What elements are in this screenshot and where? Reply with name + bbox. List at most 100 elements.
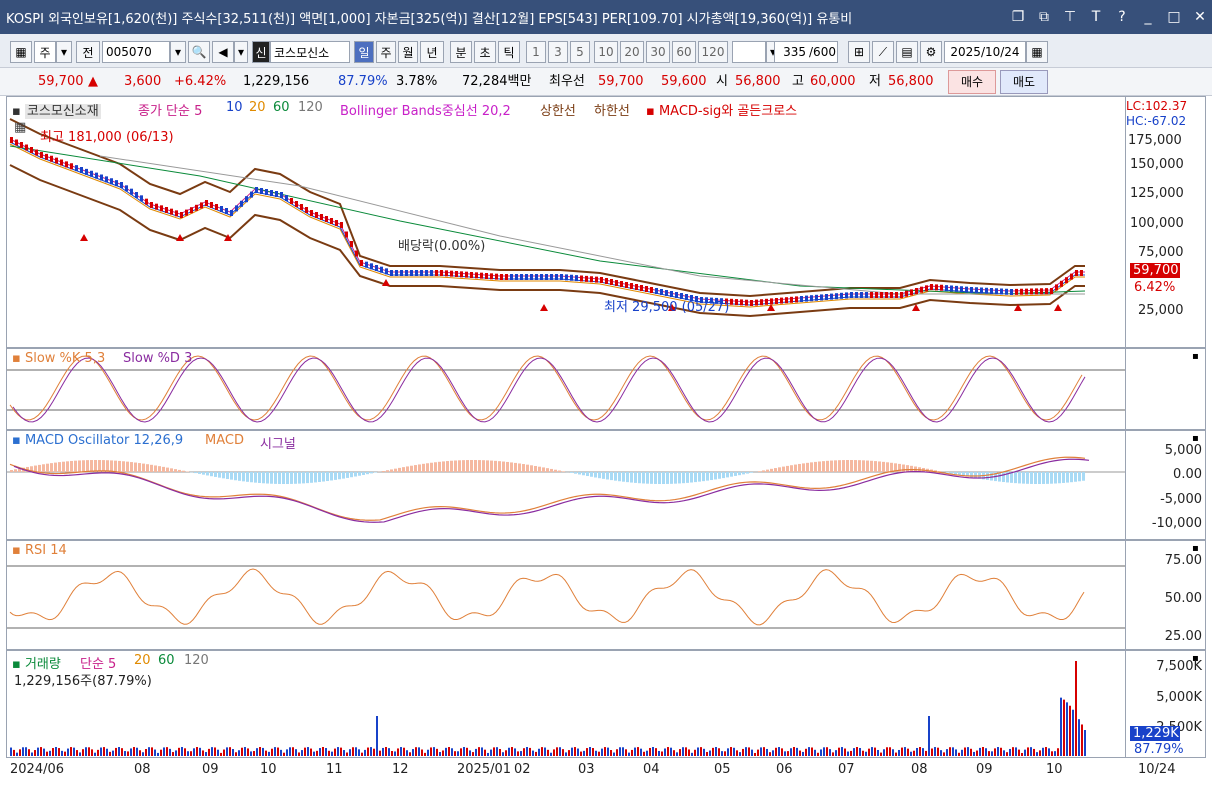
volume-bar (106, 748, 108, 756)
macd-osc-bar (198, 472, 201, 474)
macd-osc-bar (274, 472, 277, 484)
restore-icon[interactable]: ❐ (1010, 9, 1026, 25)
copy-icon[interactable]: ⧉ (1036, 9, 1052, 25)
interval-1[interactable]: 1 (526, 41, 546, 63)
price-candle (190, 207, 193, 214)
period-minute[interactable]: 분 (450, 41, 472, 63)
period-week[interactable]: 주 (376, 41, 396, 63)
maximize-icon[interactable]: □ (1166, 9, 1182, 25)
period-month[interactable]: 월 (398, 41, 418, 63)
price-candle (535, 274, 538, 280)
period-day[interactable]: 일 (354, 41, 374, 63)
interval-3[interactable]: 3 (548, 41, 568, 63)
macd-osc-bar (578, 472, 581, 475)
volume-bar (13, 749, 15, 756)
price-candle (210, 202, 213, 208)
chevron-down-icon[interactable]: ▾ (56, 41, 72, 63)
volume-bar (973, 751, 975, 756)
volume-bar (58, 748, 60, 756)
period-year[interactable]: 년 (420, 41, 444, 63)
macd-osc-bar (906, 465, 909, 472)
interval-10[interactable]: 10 (594, 41, 618, 63)
count-input[interactable]: 335 (774, 41, 808, 63)
volume-bar (703, 748, 705, 756)
period-second[interactable]: 초 (474, 41, 496, 63)
line-tool-icon[interactable]: ⟋ (872, 41, 894, 63)
custom-interval-input[interactable] (732, 41, 766, 63)
macd-osc-bar (434, 462, 437, 472)
market-select[interactable]: 주 (34, 41, 56, 63)
chevron-down-icon[interactable]: ▾ (170, 41, 186, 63)
macd-osc-bar (602, 472, 605, 479)
chevron-down-icon[interactable]: ▾ (234, 41, 248, 63)
price-candle (515, 274, 518, 280)
macd-osc-bar (782, 466, 785, 472)
indicator-icon[interactable]: ⊞ (848, 41, 870, 63)
macd-osc-bar (790, 465, 793, 472)
price-candle (650, 287, 653, 293)
code-input[interactable]: 005070 (102, 41, 170, 63)
macd-osc-bar (58, 462, 61, 472)
calendar-icon[interactable]: ▦ (1026, 41, 1048, 63)
x-label: 08 (134, 762, 151, 777)
interval-5[interactable]: 5 (570, 41, 590, 63)
volume-bar (271, 748, 273, 756)
font-icon[interactable]: T (1088, 9, 1104, 25)
volume-bar (598, 751, 600, 756)
volume-bar (640, 748, 642, 756)
macd-osc-bar (118, 460, 121, 472)
price-candle (635, 284, 638, 290)
minimize-icon[interactable]: _ (1140, 9, 1156, 25)
volume-bar (466, 747, 468, 756)
search-icon[interactable]: 🔍 (188, 41, 210, 63)
close-icon[interactable]: ✕ (1192, 9, 1208, 25)
price-candle (440, 270, 443, 276)
price-candle (375, 265, 378, 271)
volume-bar (778, 747, 780, 756)
help-icon[interactable]: ? (1114, 9, 1130, 25)
macd-osc-bar (514, 462, 517, 472)
close-pane-icon[interactable]: ▪ (1192, 351, 1199, 362)
macd-osc-bar (990, 472, 993, 481)
price-candle (850, 292, 853, 298)
interval-120[interactable]: 120 (698, 41, 728, 63)
volume-bar (196, 747, 198, 756)
macd-osc-bar (794, 464, 797, 472)
gear-icon[interactable]: ⚙ (920, 41, 942, 63)
volume-bar (847, 751, 849, 756)
x-label: 11 (326, 762, 343, 777)
pin-icon[interactable]: ⊤ (1062, 9, 1078, 25)
price-candle (995, 288, 998, 295)
macd-osc-bar (846, 460, 849, 472)
macd-osc-bar (310, 472, 313, 483)
price-candle (230, 210, 233, 216)
interval-60[interactable]: 60 (672, 41, 696, 63)
volume-bar (652, 747, 654, 756)
interval-20[interactable]: 20 (620, 41, 644, 63)
macd-osc-bar (122, 461, 125, 472)
speaker-icon[interactable]: ◀ (212, 41, 234, 63)
date-input[interactable]: 2025/10/24 (944, 41, 1026, 63)
all-button[interactable]: 전 (76, 41, 100, 63)
volume-bar (550, 752, 552, 756)
price-candle (380, 266, 383, 273)
price-candle (950, 285, 953, 292)
volume-bar (940, 750, 942, 756)
buy-button[interactable]: 매수 (948, 70, 996, 94)
layout-icon[interactable]: ▦ (10, 41, 32, 63)
price-candle (255, 187, 258, 193)
grid-icon[interactable]: ▦ (14, 120, 26, 135)
macd-osc-bar (294, 472, 297, 484)
period-tick[interactable]: 틱 (498, 41, 520, 63)
volume-bar (331, 751, 333, 756)
save-icon[interactable]: ▤ (896, 41, 918, 63)
macd-osc-bar (250, 472, 253, 483)
macd-osc-bar (1054, 472, 1057, 484)
macd-osc-bar (706, 472, 709, 481)
price-candle (890, 292, 893, 298)
interval-30[interactable]: 30 (646, 41, 670, 63)
volume-bar (715, 747, 717, 756)
volume-bar (301, 750, 303, 756)
price-candle (1060, 280, 1063, 287)
sell-button[interactable]: 매도 (1000, 70, 1048, 94)
